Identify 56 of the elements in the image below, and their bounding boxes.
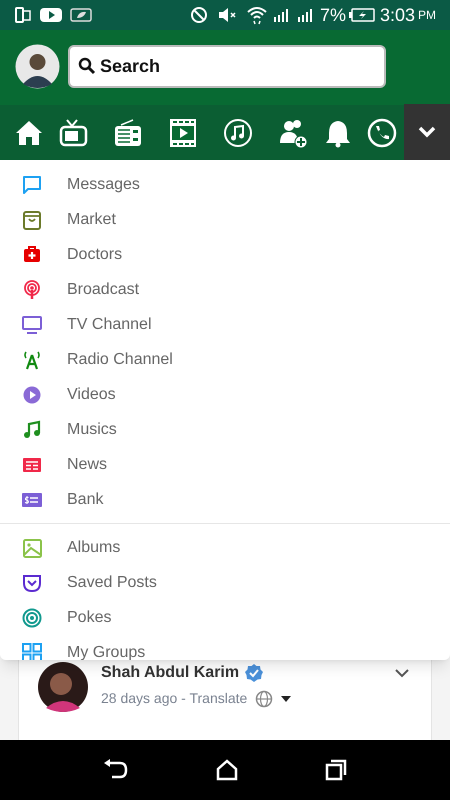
menu-item[interactable]: TV Channel xyxy=(0,307,450,342)
shopping-bag-icon xyxy=(22,210,42,230)
post-meta: 28 days ago - Translate xyxy=(101,689,248,708)
search-icon xyxy=(78,57,96,75)
recent-apps-icon[interactable] xyxy=(324,759,347,781)
menu-item[interactable]: Bank xyxy=(0,482,450,517)
menu-toggle-button[interactable] xyxy=(404,104,450,160)
menu-item[interactable]: News xyxy=(0,447,450,482)
phone-icon xyxy=(14,6,32,24)
home-icon[interactable] xyxy=(14,118,44,146)
music-icon[interactable] xyxy=(223,118,253,148)
menu-item[interactable]: Market xyxy=(0,202,450,237)
menu-item[interactable]: Musics xyxy=(0,412,450,447)
phone-call-icon[interactable] xyxy=(367,118,397,148)
pocket-icon xyxy=(22,572,42,592)
author-avatar[interactable] xyxy=(38,662,88,712)
play-circle-icon xyxy=(22,384,42,404)
first-aid-kit-icon xyxy=(22,244,42,264)
clock: 3:03 xyxy=(380,6,415,24)
menu-item[interactable]: Albums xyxy=(0,530,450,565)
search-field[interactable]: Search xyxy=(68,44,386,88)
back-icon[interactable] xyxy=(103,759,130,781)
tv-icon[interactable] xyxy=(58,118,88,148)
globe-icon xyxy=(255,690,274,708)
target-icon xyxy=(22,608,42,628)
menu-item[interactable]: Pokes xyxy=(0,600,450,635)
chevron-down-icon xyxy=(418,126,436,138)
music-note-icon xyxy=(22,420,42,440)
menu-item[interactable]: Doctors xyxy=(0,237,450,272)
menu-item[interactable]: My Groups xyxy=(0,635,450,660)
wifi-icon xyxy=(246,4,268,26)
chevron-down-icon[interactable] xyxy=(395,668,409,678)
do-not-disturb-icon xyxy=(190,6,208,24)
radio-icon[interactable] xyxy=(113,118,143,148)
profile-avatar[interactable] xyxy=(15,44,60,88)
caret-icon[interactable] xyxy=(281,696,292,702)
battery-saver-icon xyxy=(70,8,94,22)
battery-charging-icon xyxy=(348,8,375,22)
menu-item[interactable]: Broadcast xyxy=(0,272,450,307)
menu-item[interactable]: Saved Posts xyxy=(0,565,450,600)
home-icon[interactable] xyxy=(216,759,238,781)
author-name[interactable]: Shah Abdul Karim xyxy=(101,661,240,685)
play-icon xyxy=(40,7,62,23)
chat-bubble-icon xyxy=(22,174,42,194)
menu-item[interactable]: Radio Channel xyxy=(0,342,450,377)
search-input: Search xyxy=(100,52,376,80)
menu-item[interactable]: Videos xyxy=(0,377,450,412)
clock-period: PM xyxy=(418,9,436,21)
antenna-icon xyxy=(22,350,42,370)
monitor-icon xyxy=(22,314,42,334)
menu-item[interactable]: Messages xyxy=(0,167,450,202)
film-play-icon[interactable] xyxy=(168,118,198,148)
battery-percent: 7% xyxy=(320,6,346,24)
grid-icon xyxy=(22,642,42,660)
broadcast-icon xyxy=(22,280,42,300)
image-icon xyxy=(22,538,42,558)
